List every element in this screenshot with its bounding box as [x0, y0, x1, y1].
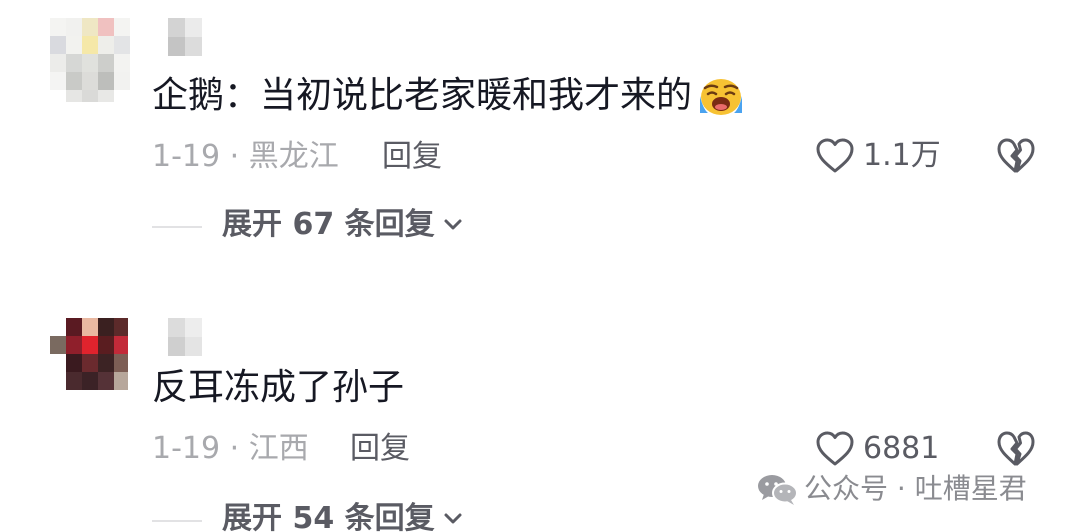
- comment-text: 反耳冻成了孙子: [152, 367, 405, 408]
- expand-replies-button[interactable]: 展开 54 条回复: [152, 500, 472, 532]
- like-button[interactable]: 6881: [815, 430, 955, 470]
- reply-button[interactable]: 回复: [350, 432, 410, 466]
- chevron-down-icon: [444, 219, 462, 230]
- expand-divider: [152, 226, 202, 228]
- expand-replies-label: 展开 67 条回复: [222, 207, 435, 242]
- wechat-icon: [758, 475, 798, 505]
- comment-section: 企鹅：当初说比老家暖和我才来的 1-19 · 黑龙江 回复 1.1万 展开 67…: [0, 0, 1080, 532]
- broken-heart-icon: [997, 431, 1035, 466]
- reply-button[interactable]: 回复: [382, 140, 442, 174]
- like-count: 6881: [863, 431, 940, 466]
- expand-divider: [152, 520, 202, 522]
- username[interactable]: [168, 18, 204, 56]
- comment-text: 企鹅：当初说比老家暖和我才来的: [152, 75, 743, 116]
- comment-body: 企鹅：当初说比老家暖和我才来的: [152, 75, 693, 116]
- avatar[interactable]: [50, 18, 134, 102]
- comment-date-location: 1-19 · 江西: [152, 431, 309, 466]
- broken-heart-icon: [997, 138, 1035, 173]
- like-count: 1.1万: [863, 138, 941, 173]
- expand-replies-button[interactable]: 展开 67 条回复: [152, 206, 472, 246]
- username[interactable]: [168, 318, 220, 356]
- avatar[interactable]: [44, 318, 128, 402]
- heart-icon: [816, 431, 854, 466]
- like-button[interactable]: 1.1万: [815, 137, 955, 177]
- chevron-down-icon: [444, 513, 462, 524]
- expand-replies-label: 展开 54 条回复: [222, 501, 435, 532]
- comment-date-location: 1-19 · 黑龙江: [152, 139, 339, 174]
- heart-icon: [816, 138, 854, 173]
- dislike-button[interactable]: [996, 430, 1038, 470]
- watermark-text: 公众号 · 吐槽星君: [804, 472, 1027, 505]
- comment-item: 企鹅：当初说比老家暖和我才来的 1-19 · 黑龙江 回复 1.1万 展开 67…: [0, 0, 1080, 270]
- loudly-crying-face-emoji: [692, 76, 743, 116]
- dislike-button[interactable]: [996, 137, 1038, 177]
